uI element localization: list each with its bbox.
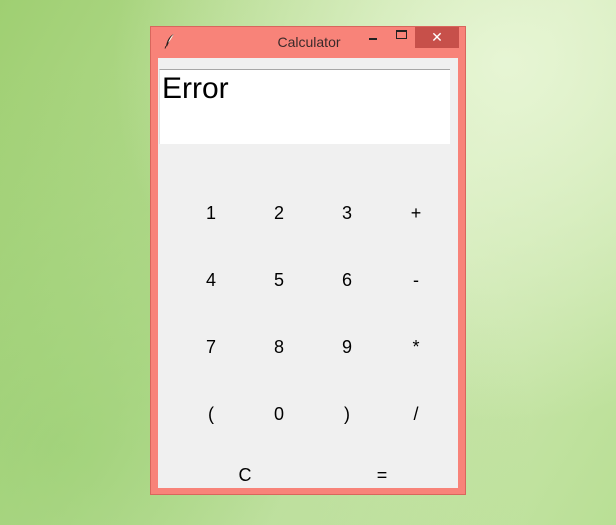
key-2[interactable]: 2 (249, 188, 309, 238)
minimize-button[interactable] (360, 27, 386, 48)
minimize-icon (369, 37, 377, 40)
close-button[interactable]: ✕ (415, 27, 459, 48)
key-8[interactable]: 8 (249, 322, 309, 372)
key-0[interactable]: 0 (249, 389, 309, 439)
key-open-paren[interactable]: ( (181, 389, 241, 439)
maximize-button[interactable] (387, 27, 415, 48)
calculator-body: Error 1 2 3 + 4 5 6 - 7 8 9 * ( 0 ) / C … (158, 58, 458, 488)
clear-button[interactable]: C (215, 450, 275, 500)
key-multiply[interactable]: * (386, 322, 446, 372)
display-value: Error (162, 72, 229, 105)
key-close-paren[interactable]: ) (317, 389, 377, 439)
key-divide[interactable]: / (386, 389, 446, 439)
key-1[interactable]: 1 (181, 188, 241, 238)
key-5[interactable]: 5 (249, 255, 309, 305)
close-icon: ✕ (431, 29, 443, 45)
key-4[interactable]: 4 (181, 255, 241, 305)
equals-button[interactable]: = (352, 450, 412, 500)
key-6[interactable]: 6 (317, 255, 377, 305)
key-3[interactable]: 3 (317, 188, 377, 238)
maximize-icon (395, 30, 407, 39)
display-field[interactable]: Error (159, 69, 450, 144)
key-9[interactable]: 9 (317, 322, 377, 372)
key-7[interactable]: 7 (181, 322, 241, 372)
calculator-window: Calculator ✕ Error 1 2 3 + 4 5 6 - 7 8 9… (150, 26, 466, 495)
title-bar[interactable]: Calculator ✕ (151, 27, 465, 57)
key-plus[interactable]: + (386, 188, 446, 238)
key-minus[interactable]: - (386, 255, 446, 305)
